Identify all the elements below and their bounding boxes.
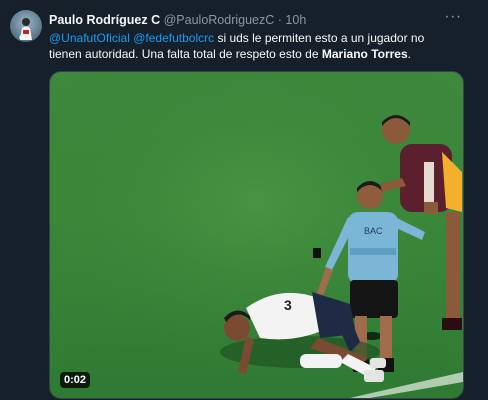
video-player[interactable]: BAC 3 0:02 [49, 71, 464, 399]
author-name[interactable]: Paulo Rodríguez C [49, 13, 160, 27]
jersey-number: 3 [284, 297, 292, 313]
avatar[interactable] [10, 10, 42, 42]
tweet-card[interactable]: Paulo Rodríguez C @PauloRodriguezC · 10h… [0, 0, 488, 400]
mention-unafut[interactable]: @UnafutOficial [49, 31, 130, 45]
tweet-end-punctuation: . [407, 47, 412, 61]
more-options-icon[interactable]: ··· [444, 9, 462, 28]
referee-badge-text: BAC [364, 226, 383, 236]
video-frame: BAC 3 [50, 72, 463, 398]
player-name: Mariano Torres [321, 47, 408, 61]
avatar-image [19, 18, 32, 40]
tweet-timestamp[interactable]: 10h [285, 13, 306, 27]
tweet-header: Paulo Rodríguez C @PauloRodriguezC · 10h [49, 12, 448, 28]
tweet-text: @UnafutOficial @fedefutbolcrc si uds le … [49, 30, 459, 62]
mention-fedefutbol[interactable]: @fedefutbolcrc [133, 31, 214, 45]
separator-dot: · [277, 13, 282, 27]
video-duration-badge: 0:02 [60, 372, 91, 388]
author-handle[interactable]: @PauloRodriguezC [164, 13, 275, 27]
